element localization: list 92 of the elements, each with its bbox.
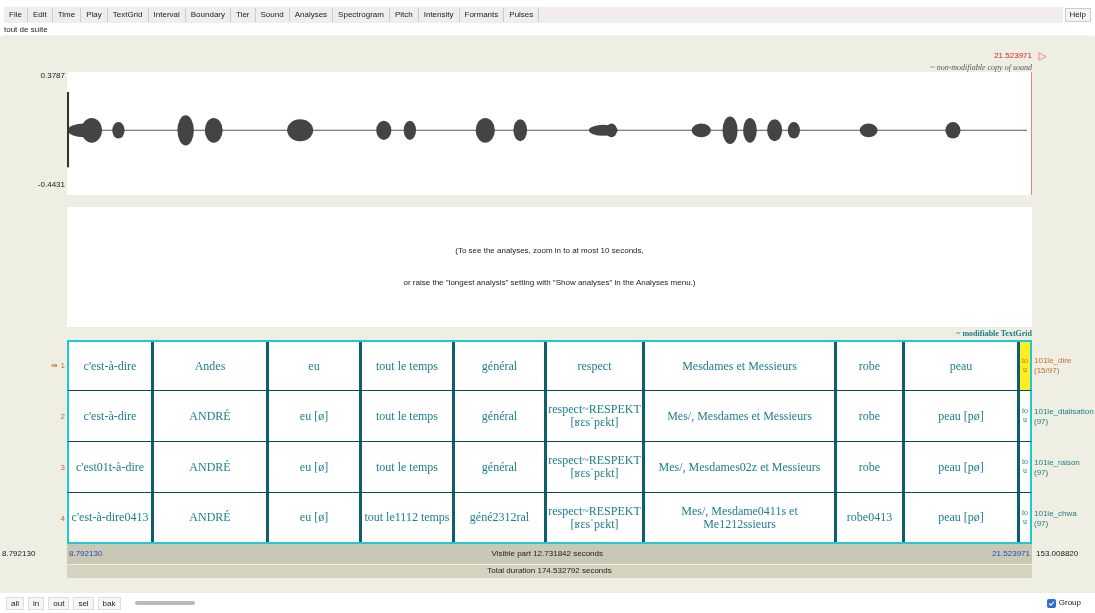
interval-cell[interactable]: peau [pø] <box>905 493 1020 542</box>
tier-count: (97) <box>1034 518 1050 529</box>
interval-cell[interactable]: géné2312ral <box>455 493 547 542</box>
interval-cell[interactable]: robe <box>837 442 905 492</box>
menu-item[interactable]: Play <box>81 8 108 22</box>
cursor-time: 21.523971 <box>994 50 1032 62</box>
interval-cell[interactable]: respect~RESPEKT [ʁɛsˈpɛkt] <box>547 442 645 492</box>
interval-cell[interactable]: ANDRÉ <box>154 493 269 542</box>
menu-item[interactable]: Tier <box>231 8 256 22</box>
tier-pointer: ⇛ <box>50 359 58 372</box>
textgrid-label: ~ modifiable TextGrid <box>956 328 1032 340</box>
interval-cell[interactable]: respect~RESPEKT [ʁɛsˈpɛkt] <box>547 391 645 441</box>
group-checkbox[interactable] <box>1046 598 1056 608</box>
tier-number: 2 <box>60 410 65 423</box>
menu-item[interactable]: Interval <box>148 8 186 22</box>
interval-cell[interactable]: ANDRÉ <box>154 391 269 441</box>
tier-number: 4 <box>60 512 65 525</box>
total-duration-bar: Total duration 174.532792 seconds <box>67 564 1032 578</box>
interval-cell[interactable]: eu [ø] <box>269 391 362 441</box>
checkmark-icon <box>1047 599 1055 607</box>
window-start-time: 8.792130 <box>1 548 37 560</box>
help-menu[interactable]: Help <box>1064 8 1091 22</box>
interval-cell[interactable]: tou <box>1020 391 1030 441</box>
interval-cell[interactable]: c'est01t-à-dire <box>69 442 154 492</box>
menu-item[interactable]: Edit <box>27 8 53 22</box>
interval-cell[interactable]: général <box>455 391 547 441</box>
end-time: 21.523971 <box>992 548 1030 560</box>
menu-item[interactable]: Analyses <box>289 8 334 22</box>
tier-count: (15/97) <box>1034 365 1061 376</box>
interval-cell[interactable]: Mes/, Mesdame0411s et Me1212ssieurs <box>645 493 837 542</box>
menu-item[interactable]: Pitch <box>389 8 419 22</box>
tier-name: 101le_chwa <box>1034 508 1078 519</box>
zoom-button[interactable]: in <box>28 596 45 610</box>
amplitude-max: 0.3787 <box>40 70 65 82</box>
interval-cell[interactable]: robe0413 <box>837 493 905 542</box>
interval-cell[interactable]: c'est-à-dire0413 <box>69 493 154 542</box>
menu-item[interactable]: TextGrid <box>107 8 149 22</box>
interval-cell[interactable]: robe <box>837 391 905 441</box>
interval-cell[interactable]: Andes <box>154 342 269 390</box>
group-label: Group <box>1058 597 1081 609</box>
zoom-button[interactable]: sel <box>73 596 94 610</box>
interval-cell[interactable]: tou <box>1020 342 1030 390</box>
menu-item[interactable]: Time <box>52 8 82 22</box>
analysis-message: or raise the "longest analysis" setting with "Show analyses" in the Analyses menu.) <box>403 277 696 289</box>
visible-part: Visible part 12.731842 seconds <box>491 548 603 560</box>
menu-item[interactable]: Formants <box>459 8 505 22</box>
interval-cell[interactable]: Mes/, Mesdames et Messieurs <box>645 391 837 441</box>
interval-cell[interactable]: tout le temps <box>362 342 455 390</box>
tier-count: (97) <box>1034 467 1050 478</box>
interval-cell[interactable]: général <box>455 442 547 492</box>
interval-cell[interactable]: eu [ø] <box>269 493 362 542</box>
tier-count: (97) <box>1034 416 1050 427</box>
menu-item[interactable]: Boundary <box>185 8 231 22</box>
menu-item[interactable]: Intensity <box>418 8 460 22</box>
interval-cell[interactable]: peau <box>905 342 1020 390</box>
play-triangle-icon[interactable] <box>1038 52 1047 61</box>
interval-cell[interactable]: eu [ø] <box>269 442 362 492</box>
window-end-time: 153.008820 <box>1035 548 1080 560</box>
tier-number: 1 <box>60 359 65 372</box>
menu-item[interactable]: Spectrogram <box>333 8 390 22</box>
interval-cell[interactable]: peau [pø] <box>905 391 1020 441</box>
interval-cell[interactable]: robe <box>837 342 905 390</box>
interval-cell[interactable]: ANDRÉ <box>154 442 269 492</box>
interval-cell[interactable]: c'est-à-dire <box>69 391 154 441</box>
interval-cell[interactable]: tou <box>1020 442 1030 492</box>
interval-cell[interactable]: respect~RESPEKT [ʁɛsˈpɛkt] <box>547 493 645 542</box>
interval-cell[interactable]: peau [pø] <box>905 442 1020 492</box>
interval-cell[interactable]: tou <box>1020 493 1030 542</box>
start-time: 8.792130 <box>69 548 103 560</box>
interval-cell[interactable]: tout le temps <box>362 442 455 492</box>
interval-cell[interactable]: général <box>455 342 547 390</box>
tier-name: 101le_raison <box>1034 457 1081 468</box>
tier-name: 101le_dialisation <box>1034 406 1095 417</box>
interval-cell[interactable]: c'est-à-dire <box>69 342 154 390</box>
menu-item[interactable]: Pulses <box>504 8 540 22</box>
interval-cell[interactable]: respect <box>547 342 645 390</box>
interval-cell[interactable]: tout le temps <box>362 391 455 441</box>
menu-item[interactable]: File <box>4 8 28 22</box>
zoom-button[interactable]: bak <box>97 596 121 610</box>
menu-item[interactable]: Sound <box>255 8 290 22</box>
tier-number: 3 <box>60 461 65 474</box>
scrollbar[interactable] <box>134 601 195 605</box>
amplitude-min: -0.4431 <box>37 179 65 191</box>
analysis-message: (To see the analyses, zoom in to at most 10 seconds, <box>455 245 644 257</box>
interval-cell[interactable]: tout le1112 temps <box>362 493 455 542</box>
sound-label: ~ non-modifiable copy of sound <box>930 62 1032 74</box>
zoom-button[interactable]: all <box>6 596 24 610</box>
interval-cell[interactable]: Mesdames et Messieurs <box>645 342 837 390</box>
tier-name: 101le_dire <box>1034 355 1073 366</box>
interval-cell[interactable]: eu <box>269 342 362 390</box>
interval-cell[interactable]: Mes/, Mesdames02z et Messieurs <box>645 442 837 492</box>
zoom-button[interactable]: out <box>48 596 70 610</box>
